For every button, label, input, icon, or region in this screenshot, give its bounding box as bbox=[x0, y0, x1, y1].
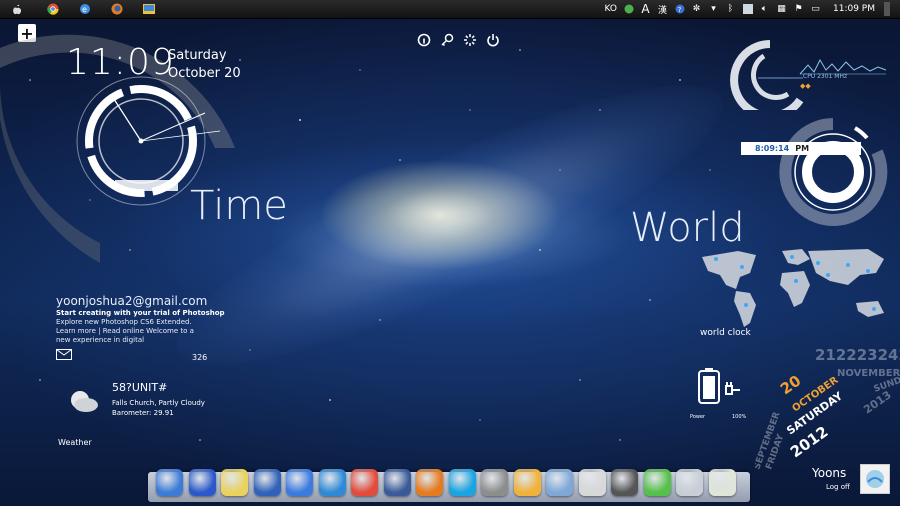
logoff-link[interactable]: Log off bbox=[826, 483, 850, 491]
language-indicator[interactable]: KO bbox=[605, 4, 618, 14]
google-earth-icon[interactable] bbox=[188, 469, 216, 496]
safari-icon[interactable] bbox=[318, 469, 346, 496]
flag-icon[interactable]: ⚑ bbox=[793, 4, 804, 15]
ring-clock bbox=[779, 118, 888, 226]
font-icon[interactable]: A bbox=[640, 2, 651, 16]
skype-icon[interactable] bbox=[448, 469, 476, 496]
spiral-month-alt: NOVEMBER bbox=[837, 368, 900, 379]
clock-time: 11:09 bbox=[66, 42, 175, 83]
world-clock-label: world clock bbox=[700, 328, 751, 338]
time-heading: Time bbox=[190, 183, 288, 229]
thunderbird-icon[interactable] bbox=[253, 469, 281, 496]
tray-clock[interactable]: 11:09 PM bbox=[833, 4, 875, 14]
digital-ampm: PM bbox=[795, 144, 810, 153]
system-preferences-icon[interactable] bbox=[611, 469, 638, 496]
weather-label: Weather bbox=[58, 438, 92, 447]
battery-percent: 100% bbox=[732, 414, 747, 420]
hanja-icon[interactable]: 漢 bbox=[657, 4, 668, 16]
key-icon[interactable] bbox=[440, 33, 454, 47]
bluetooth-icon[interactable]: ᛒ bbox=[725, 4, 736, 15]
weather-barometer: Barometer: 29.91 bbox=[112, 409, 174, 417]
trash-icon[interactable] bbox=[676, 469, 703, 496]
chrome-icon[interactable] bbox=[351, 469, 378, 496]
power-label: Power bbox=[690, 414, 706, 420]
chevron-down-icon[interactable]: ▾ bbox=[708, 4, 719, 15]
world-map bbox=[702, 249, 884, 327]
apple-icon[interactable] bbox=[10, 2, 24, 16]
weather-location: Falls Church, Partly Cloudy bbox=[112, 399, 205, 407]
spiral-digits: 2122232425 bbox=[815, 346, 900, 364]
power-icon[interactable] bbox=[486, 33, 500, 47]
firefox-icon[interactable] bbox=[110, 2, 124, 16]
battery-icon[interactable] bbox=[643, 469, 671, 496]
image-viewer-icon[interactable] bbox=[142, 2, 156, 16]
digital-time-value: 8:09:14 bbox=[755, 144, 790, 153]
power-plug-icon bbox=[722, 380, 742, 404]
email-preview: Explore new Photoshop CS6 Extended. Lear… bbox=[56, 318, 194, 344]
adium-duck-icon[interactable] bbox=[221, 469, 248, 496]
itunes-icon[interactable] bbox=[286, 469, 313, 496]
battery-icon bbox=[698, 368, 720, 408]
finder-icon[interactable] bbox=[156, 469, 183, 496]
unread-count: 326 bbox=[192, 353, 208, 362]
volume-icon[interactable]: 🔈︎ bbox=[759, 4, 770, 15]
firefox-icon[interactable] bbox=[416, 469, 443, 496]
ie-icon[interactable]: e bbox=[78, 2, 92, 16]
svg-text:?: ? bbox=[677, 6, 681, 14]
blank-doc-icon[interactable] bbox=[578, 469, 606, 496]
folder-icon[interactable] bbox=[513, 469, 541, 496]
mail-icon[interactable] bbox=[56, 345, 72, 364]
notes-icon[interactable] bbox=[708, 469, 736, 496]
svg-text:e: e bbox=[82, 5, 87, 14]
system-tray: KO A 漢 ? ✼ ▾ ᛒ 🔈︎ ▦ ⚑ ▭ 11:09 PM bbox=[605, 0, 893, 18]
launchpad-icon[interactable] bbox=[481, 469, 508, 496]
partly-cloudy-icon bbox=[68, 390, 100, 418]
clock-day: Saturday bbox=[168, 48, 227, 63]
digital-clock: 8:09:14 PM bbox=[741, 142, 861, 155]
chrome-icon[interactable] bbox=[46, 2, 60, 16]
ime-icon[interactable] bbox=[623, 4, 634, 15]
settings-icon[interactable]: ✼ bbox=[691, 4, 702, 15]
weather-temperature: 58?UNIT# bbox=[112, 381, 168, 394]
email-subject[interactable]: Start creating with your trial of Photos… bbox=[56, 309, 225, 317]
downloads-folder-icon[interactable] bbox=[546, 469, 573, 496]
menubar: e KO A 漢 ? ✼ ▾ ᛒ 🔈︎ ▦ ⚑ ▭ 11:09 PM bbox=[0, 0, 900, 19]
help-icon[interactable]: ? bbox=[674, 4, 685, 15]
user-name: Yoons bbox=[812, 466, 847, 480]
show-desktop-button[interactable] bbox=[881, 2, 892, 16]
info-icon[interactable] bbox=[417, 33, 431, 47]
dock bbox=[148, 469, 750, 502]
email-address[interactable]: yoonjoshua2@gmail.com bbox=[56, 294, 207, 308]
svg-text:◆◆: ◆◆ bbox=[800, 82, 811, 90]
network-icon[interactable]: ▦ bbox=[776, 4, 787, 15]
display-icon[interactable]: ▭ bbox=[810, 4, 821, 15]
date-spiral: 2122232425 NOVEMBER SUNDAY 20 OCTOBER SA… bbox=[755, 340, 900, 475]
spiral-day: 20 bbox=[777, 372, 804, 399]
cpu-speed: CPU 2301 MHz bbox=[803, 73, 848, 80]
app-icon[interactable] bbox=[742, 4, 753, 15]
loading-icon[interactable] bbox=[463, 33, 477, 47]
clock-date: October 20 bbox=[168, 66, 241, 81]
facebook-icon[interactable] bbox=[383, 469, 411, 496]
avatar[interactable] bbox=[860, 464, 890, 494]
